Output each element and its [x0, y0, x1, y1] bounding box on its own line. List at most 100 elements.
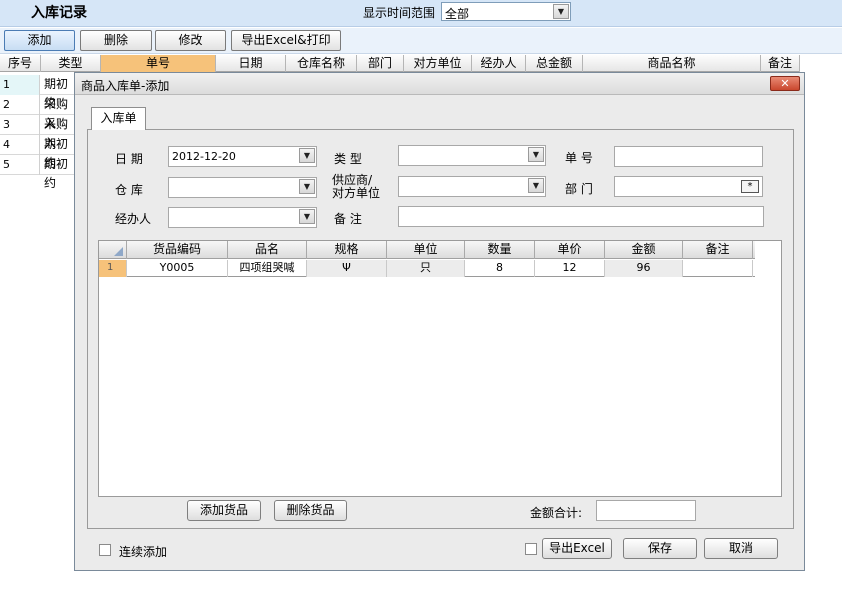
column-header[interactable]: 经办人 — [472, 55, 526, 72]
column-header[interactable]: 单价 — [535, 241, 605, 259]
tab-stock-in[interactable]: 入库单 — [91, 107, 146, 130]
dialog-title-bar[interactable]: 商品入库单-添加 ✕ — [75, 73, 804, 95]
warehouse-label: 仓 库 — [115, 183, 143, 197]
column-header[interactable]: 规格 — [307, 241, 387, 259]
time-range-select[interactable]: 全部 ▼ — [441, 2, 571, 21]
picker-icon[interactable]: * — [741, 180, 759, 193]
table-row[interactable]: 3 采购入 — [0, 115, 76, 150]
stock-in-dialog: 商品入库单-添加 ✕ 入库单 日 期 2012-12-20 ▼ 类 型 ▼ 单 … — [74, 72, 805, 571]
chevron-down-icon[interactable]: ▼ — [299, 148, 315, 163]
department-label: 部 门 — [565, 182, 593, 196]
form-panel: 日 期 2012-12-20 ▼ 类 型 ▼ 单 号 仓 库 ▼ 供应商/ 对方… — [87, 129, 794, 529]
row-type: 期初约 — [44, 77, 69, 110]
row-number: 4 — [0, 135, 40, 155]
row-type: 采购入 — [44, 97, 69, 130]
save-button[interactable]: 保存 — [623, 538, 697, 559]
total-input — [596, 500, 696, 521]
items-grid-header: 货品编码 品名 规格 单位 数量 单价 金额 备注 — [99, 241, 755, 259]
column-header[interactable]: 对方单位 — [404, 55, 472, 72]
column-header[interactable]: 备注 — [761, 55, 800, 72]
cell-price[interactable]: 12 — [535, 260, 605, 277]
type-select[interactable]: ▼ — [398, 145, 546, 166]
export-print-button[interactable]: 导出Excel&打印 — [231, 30, 341, 51]
cell-unit[interactable]: 只 — [387, 260, 465, 277]
column-header[interactable]: 日期 — [216, 55, 286, 72]
remark-label: 备 注 — [334, 212, 362, 226]
row-type: 期初约 — [44, 157, 69, 190]
row-number[interactable]: 1 — [99, 260, 127, 277]
number-input[interactable] — [614, 146, 763, 167]
row-type: 期初约 — [44, 137, 69, 170]
select-all-corner[interactable] — [99, 241, 127, 259]
total-label: 金额合计: — [530, 506, 583, 520]
row-number: 5 — [0, 155, 40, 175]
cell-amount[interactable]: 96 — [605, 260, 683, 277]
type-label: 类 型 — [334, 152, 362, 166]
time-range-value: 全部 — [445, 7, 470, 21]
chevron-down-icon[interactable]: ▼ — [299, 179, 315, 194]
column-header[interactable]: 商品名称 — [583, 55, 761, 72]
continuous-add-label: 连续添加 — [119, 545, 168, 559]
top-header: 入库记录 显示时间范围 全部 ▼ — [0, 0, 842, 27]
close-icon[interactable]: ✕ — [770, 76, 800, 91]
page-title: 入库记录 — [31, 5, 87, 21]
remark-input[interactable] — [398, 206, 764, 227]
handler-select[interactable]: ▼ — [168, 207, 317, 228]
cell-name[interactable]: 四项组哭喊 — [228, 260, 307, 277]
export-excel-checkbox[interactable] — [525, 543, 537, 555]
column-header[interactable]: 单号 — [101, 55, 216, 72]
table-row[interactable]: 2 采购入 — [0, 95, 76, 130]
table-row[interactable]: 4 期初约 — [0, 135, 76, 170]
export-excel-button[interactable]: 导出Excel — [542, 538, 612, 559]
column-header[interactable]: 品名 — [228, 241, 307, 259]
cell-spec[interactable]: Ψ — [307, 260, 387, 277]
cell-remark[interactable] — [683, 260, 753, 277]
number-label: 单 号 — [565, 151, 593, 165]
add-item-button[interactable]: 添加货品 — [187, 500, 261, 521]
delete-item-button[interactable]: 删除货品 — [274, 500, 347, 521]
table-row[interactable]: 1 期初约 — [0, 75, 76, 110]
edit-button[interactable]: 修改 — [155, 30, 226, 51]
chevron-down-icon[interactable]: ▼ — [553, 4, 569, 19]
supplier-label-line1: 供应商/ — [332, 173, 373, 187]
chevron-down-icon[interactable]: ▼ — [528, 178, 544, 193]
chevron-down-icon[interactable]: ▼ — [528, 147, 544, 162]
table-row[interactable]: 5 期初约 — [0, 155, 76, 190]
date-value: 2012-12-20 — [172, 150, 236, 163]
records-table-header: 序号 类型 单号 日期 仓库名称 部门 对方单位 经办人 总金额 商品名称 备注 — [0, 55, 800, 72]
column-header[interactable]: 数量 — [465, 241, 535, 259]
toolbar: 添加 删除 修改 导出Excel&打印 — [0, 28, 842, 54]
column-header[interactable]: 总金额 — [526, 55, 583, 72]
delete-button[interactable]: 删除 — [80, 30, 152, 51]
column-header[interactable]: 金额 — [605, 241, 683, 259]
department-input[interactable]: * — [614, 176, 763, 197]
add-button[interactable]: 添加 — [4, 30, 75, 51]
cell-code[interactable]: Y0005 — [127, 260, 228, 277]
chevron-down-icon[interactable]: ▼ — [299, 209, 315, 224]
column-header[interactable]: 部门 — [357, 55, 404, 72]
supplier-label: 供应商/ 对方单位 — [332, 174, 380, 200]
column-header[interactable]: 仓库名称 — [286, 55, 357, 72]
cell-qty[interactable]: 8 — [465, 260, 535, 277]
column-header[interactable]: 货品编码 — [127, 241, 228, 259]
date-label: 日 期 — [115, 152, 143, 166]
supplier-label-line2: 对方单位 — [332, 186, 381, 200]
row-number: 3 — [0, 115, 40, 135]
warehouse-select[interactable]: ▼ — [168, 177, 317, 198]
cancel-button[interactable]: 取消 — [704, 538, 778, 559]
column-header[interactable]: 类型 — [41, 55, 101, 72]
row-number: 2 — [0, 95, 40, 115]
column-header[interactable]: 备注 — [683, 241, 753, 259]
date-picker[interactable]: 2012-12-20 ▼ — [168, 146, 317, 167]
handler-label: 经办人 — [115, 212, 152, 226]
column-header[interactable]: 序号 — [0, 55, 41, 72]
range-label: 显示时间范围 — [363, 6, 436, 20]
row-number: 1 — [0, 75, 40, 95]
items-grid: 货品编码 品名 规格 单位 数量 单价 金额 备注 1 Y0005 四项组哭喊 … — [98, 240, 782, 497]
supplier-select[interactable]: ▼ — [398, 176, 546, 197]
continuous-add-checkbox[interactable] — [99, 544, 111, 556]
row-type: 采购入 — [44, 117, 69, 150]
column-header[interactable]: 单位 — [387, 241, 465, 259]
table-row[interactable]: 1 Y0005 四项组哭喊 Ψ 只 8 12 96 — [99, 260, 755, 277]
dialog-title: 商品入库单-添加 — [81, 79, 170, 93]
